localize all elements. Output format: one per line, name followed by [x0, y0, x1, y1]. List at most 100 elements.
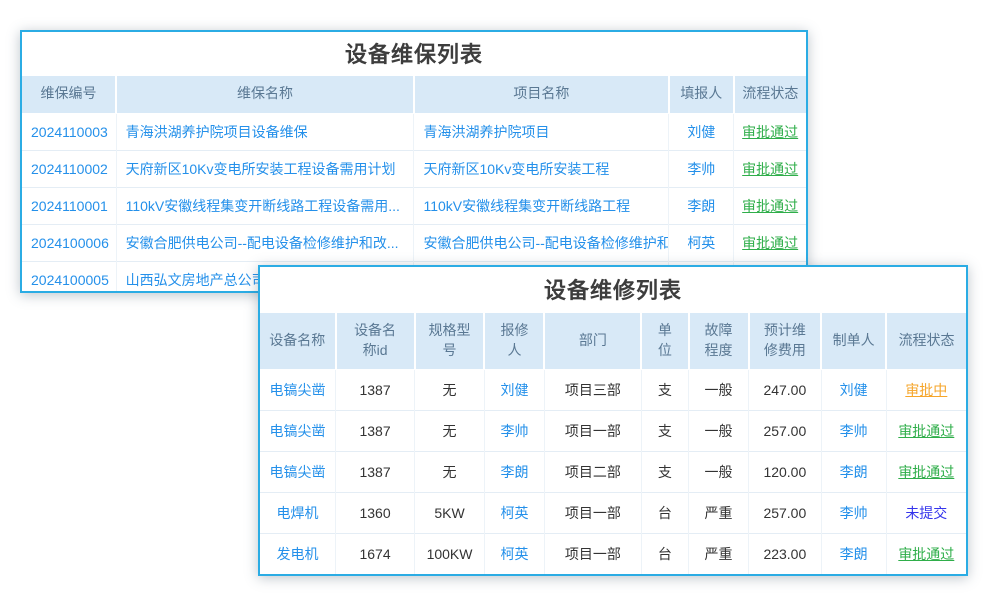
cell-reporter[interactable]: 李朗: [669, 187, 734, 224]
cell-department: 项目一部: [544, 410, 641, 451]
column-header-label: 故障程度: [702, 321, 734, 360]
column-header-label: 设备名称id: [352, 321, 398, 360]
table-row: 2024100006 安徽合肥供电公司--配电设备检修维护和改... 安徽合肥供电公…: [22, 224, 806, 261]
cell-project-name-text: 青海洪湖养护院项目: [423, 124, 549, 140]
cell-device-name[interactable]: 电焊机: [260, 492, 336, 533]
cell-device-id: 1387: [336, 451, 415, 492]
cell-reporter-text: 李帅: [687, 161, 715, 177]
cell-maintenance-name[interactable]: 青海洪湖养护院项目设备维保: [116, 113, 414, 150]
cell-fault-severity: 严重: [689, 533, 749, 574]
cell-spec-model-text: 无: [443, 464, 457, 480]
cell-spec-model-text: 5KW: [434, 505, 464, 521]
cell-unit-text: 支: [658, 464, 672, 480]
cell-repair-reporter[interactable]: 刘健: [484, 369, 544, 410]
cell-department: 项目三部: [544, 369, 641, 410]
cell-repair-reporter[interactable]: 柯英: [484, 533, 544, 574]
column-header: 设备名称: [260, 312, 336, 369]
cell-reporter[interactable]: 李帅: [669, 150, 734, 187]
cell-creator[interactable]: 刘健: [821, 369, 886, 410]
cell-flow-status[interactable]: 未提交: [886, 492, 966, 533]
cell-reporter[interactable]: 柯英: [669, 224, 734, 261]
cell-estimated-cost: 223.00: [749, 533, 822, 574]
cell-unit-text: 台: [658, 505, 672, 521]
cell-maintenance-no[interactable]: 2024110001: [22, 187, 116, 224]
cell-maintenance-name[interactable]: 110kV安徽线程集变开断线路工程设备需用...: [116, 187, 414, 224]
cell-maintenance-no[interactable]: 2024100005: [22, 261, 116, 293]
column-header-label: 填报人: [680, 85, 722, 101]
column-header-label: 部门: [579, 332, 607, 348]
cell-device-name-text: 电镐尖凿: [270, 464, 326, 480]
cell-spec-model: 100KW: [415, 533, 485, 574]
cell-flow-status[interactable]: 审批通过: [734, 224, 806, 261]
cell-repair-reporter[interactable]: 李帅: [484, 410, 544, 451]
cell-creator[interactable]: 李朗: [821, 533, 886, 574]
cell-flow-status[interactable]: 审批通过: [886, 451, 966, 492]
cell-spec-model-text: 100KW: [427, 546, 473, 562]
cell-maintenance-name[interactable]: 安徽合肥供电公司--配电设备检修维护和改...: [116, 224, 414, 261]
cell-flow-status-text: 审批通过: [898, 464, 954, 480]
cell-estimated-cost: 257.00: [749, 492, 822, 533]
column-header-label: 报修人: [498, 321, 530, 360]
cell-unit: 台: [641, 533, 688, 574]
cell-maintenance-name-text: 安徽合肥供电公司--配电设备检修维护和改...: [126, 235, 399, 251]
cell-project-name-text: 安徽合肥供电公司--配电设备检修维护和改造: [423, 235, 668, 251]
cell-department: 项目一部: [544, 533, 641, 574]
cell-estimated-cost-text: 223.00: [763, 546, 806, 562]
repair-list-card: 设备维修列表 设备名称设备名称id规格型号报修人部门单位故障程度预计维修费用制单…: [258, 265, 968, 576]
cell-estimated-cost: 257.00: [749, 410, 822, 451]
cell-repair-reporter[interactable]: 柯英: [484, 492, 544, 533]
cell-maintenance-no[interactable]: 2024110003: [22, 113, 116, 150]
cell-maintenance-no-text: 2024110002: [31, 161, 108, 177]
column-header-label: 流程状态: [899, 332, 955, 348]
cell-project-name[interactable]: 安徽合肥供电公司--配电设备检修维护和改造: [414, 224, 669, 261]
cell-department: 项目一部: [544, 492, 641, 533]
table-row: 电焊机13605KW柯英项目一部台严重257.00李帅未提交: [260, 492, 966, 533]
cell-department-text: 项目一部: [565, 505, 621, 521]
table-row: 2024110001110kV安徽线程集变开断线路工程设备需用...110kV安…: [22, 187, 806, 224]
cell-unit-text: 台: [658, 546, 672, 562]
cell-flow-status-text: 审批通过: [898, 546, 954, 562]
column-header: 项目名称: [414, 75, 669, 113]
maintenance-header-row: 维保编号维保名称项目名称填报人流程状态: [22, 75, 806, 113]
cell-flow-status-text: 审批中: [905, 382, 947, 398]
cell-device-name-text: 发电机: [277, 546, 319, 562]
cell-spec-model-text: 无: [443, 382, 457, 398]
column-header: 维保编号: [22, 75, 116, 113]
cell-flow-status-text: 审批通过: [898, 423, 954, 439]
cell-repair-reporter-text: 刘健: [500, 382, 528, 398]
cell-project-name[interactable]: 110kV安徽线程集变开断线路工程: [414, 187, 669, 224]
repair-table: 设备名称设备名称id规格型号报修人部门单位故障程度预计维修费用制单人流程状态 电…: [260, 311, 966, 574]
cell-project-name[interactable]: 天府新区10Kv变电所安装工程: [414, 150, 669, 187]
cell-device-name[interactable]: 电镐尖凿: [260, 410, 336, 451]
cell-repair-reporter-text: 柯英: [500, 505, 528, 521]
cell-device-name[interactable]: 发电机: [260, 533, 336, 574]
cell-flow-status[interactable]: 审批通过: [734, 113, 806, 150]
cell-maintenance-name[interactable]: 天府新区10Kv变电所安装工程设备需用计划: [116, 150, 414, 187]
cell-creator[interactable]: 李帅: [821, 410, 886, 451]
cell-estimated-cost: 247.00: [749, 369, 822, 410]
cell-device-name[interactable]: 电镐尖凿: [260, 369, 336, 410]
cell-flow-status[interactable]: 审批通过: [734, 187, 806, 224]
cell-spec-model-text: 无: [443, 423, 457, 439]
column-header: 填报人: [669, 75, 734, 113]
cell-fault-severity-text: 一般: [705, 423, 733, 439]
cell-flow-status[interactable]: 审批通过: [886, 410, 966, 451]
column-header-label: 维保名称: [237, 85, 293, 101]
cell-flow-status[interactable]: 审批通过: [886, 533, 966, 574]
cell-flow-status-text: 审批通过: [742, 124, 798, 140]
cell-device-name[interactable]: 电镐尖凿: [260, 451, 336, 492]
cell-repair-reporter[interactable]: 李朗: [484, 451, 544, 492]
column-header: 制单人: [821, 312, 886, 369]
cell-flow-status[interactable]: 审批通过: [734, 150, 806, 187]
cell-spec-model: 5KW: [415, 492, 485, 533]
column-header: 单位: [641, 312, 688, 369]
cell-maintenance-no[interactable]: 2024110002: [22, 150, 116, 187]
cell-creator[interactable]: 李朗: [821, 451, 886, 492]
cell-maintenance-no[interactable]: 2024100006: [22, 224, 116, 261]
cell-flow-status[interactable]: 审批中: [886, 369, 966, 410]
cell-reporter[interactable]: 刘健: [669, 113, 734, 150]
cell-reporter-text: 李朗: [687, 198, 715, 214]
cell-project-name[interactable]: 青海洪湖养护院项目: [414, 113, 669, 150]
column-header: 流程状态: [886, 312, 966, 369]
cell-creator[interactable]: 李帅: [821, 492, 886, 533]
